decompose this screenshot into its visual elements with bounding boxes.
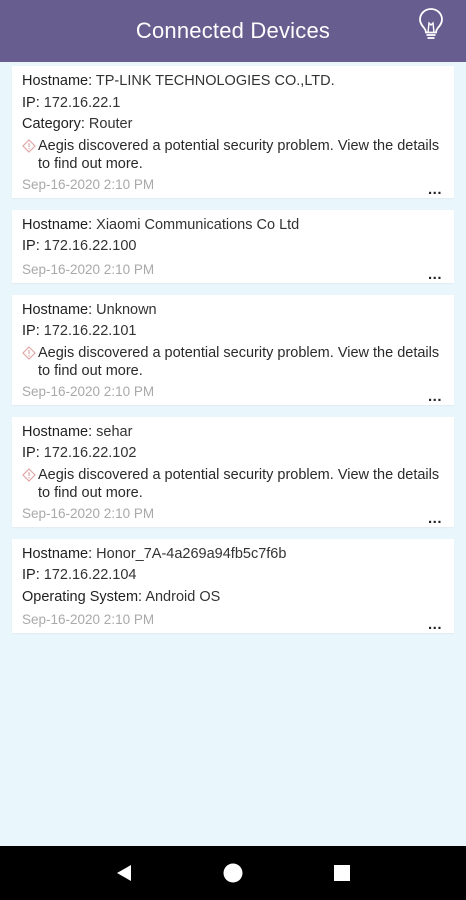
hostname-value: TP-LINK TECHNOLOGIES CO.,LTD. xyxy=(95,73,335,89)
device-card[interactable]: Hostname: TP-LINK TECHNOLOGIES CO.,LTD. … xyxy=(12,66,454,198)
more-options-button[interactable]: ... xyxy=(428,267,442,282)
security-alert[interactable]: Aegis discovered a potential security pr… xyxy=(22,344,444,380)
ip-label: IP: xyxy=(22,323,40,339)
hostname-label: Hostname: xyxy=(22,423,93,440)
hostname-row: Hostname: Honor_7A-4a269a94fb5c7f6b xyxy=(22,544,444,566)
system-nav-bar xyxy=(0,846,466,900)
warning-diamond-icon xyxy=(22,345,36,360)
ip-row: IP: 172.16.22.1 xyxy=(22,93,444,115)
ip-row: IP: 172.16.22.104 xyxy=(22,565,444,587)
security-alert[interactable]: Aegis discovered a potential security pr… xyxy=(22,466,444,502)
hostname-label: Hostname: xyxy=(22,73,93,89)
ip-value: 172.16.22.101 xyxy=(43,323,137,339)
hostname-label: Hostname: xyxy=(22,545,93,562)
security-alert[interactable]: Aegis discovered a potential security pr… xyxy=(22,137,444,173)
hostname-row: Hostname: Unknown xyxy=(22,300,444,322)
ip-row: IP: 172.16.22.100 xyxy=(22,236,444,258)
home-circle-icon[interactable] xyxy=(221,861,245,885)
category-row: Category: Router xyxy=(22,114,444,136)
device-card[interactable]: Hostname: Honor_7A-4a269a94fb5c7f6b IP: … xyxy=(12,538,454,633)
device-card[interactable]: Hostname: Unknown IP: 172.16.22.101 Aegi… xyxy=(12,294,454,405)
hostname-value: sehar xyxy=(96,423,133,440)
timestamp: Sep-16-2020 2:10 PM xyxy=(22,176,155,192)
page-title: Connected Devices xyxy=(135,18,331,43)
device-card[interactable]: Hostname: sehar IP: 172.16.22.102 Aegis … xyxy=(12,416,454,527)
warning-diamond-icon xyxy=(22,138,36,153)
ip-label: IP: xyxy=(22,94,40,111)
app-bar: Connected Devices xyxy=(0,0,466,62)
os-row: Operating System: Android OS xyxy=(22,587,444,609)
alert-text: Aegis discovered a potential security pr… xyxy=(38,466,440,501)
ip-row: IP: 172.16.22.102 xyxy=(22,443,444,465)
ip-label: IP: xyxy=(22,567,40,583)
category-label: Category: xyxy=(22,116,85,132)
more-options-button[interactable]: ... xyxy=(428,617,442,632)
more-options-button[interactable]: ... xyxy=(428,182,442,197)
hostname-row: Hostname: sehar xyxy=(22,422,444,444)
hostname-value: Unknown xyxy=(96,301,157,318)
ip-value: 172.16.22.104 xyxy=(43,567,137,583)
more-options-button[interactable]: ... xyxy=(428,389,442,404)
device-card[interactable]: Hostname: Xiaomi Communications Co Ltd I… xyxy=(12,209,454,283)
timestamp: Sep-16-2020 2:10 PM xyxy=(22,261,155,277)
alert-text: Aegis discovered a potential security pr… xyxy=(38,344,440,379)
ip-value: 172.16.22.100 xyxy=(43,238,137,254)
ip-value: 172.16.22.102 xyxy=(43,445,137,461)
hostname-row: Hostname: Xiaomi Communications Co Ltd xyxy=(22,215,444,237)
warning-diamond-icon xyxy=(22,467,36,482)
more-options-button[interactable]: ... xyxy=(428,511,442,526)
alert-text: Aegis discovered a potential security pr… xyxy=(38,137,440,172)
hostname-value: Honor_7A-4a269a94fb5c7f6b xyxy=(96,545,287,562)
lightbulb-icon[interactable] xyxy=(416,6,446,42)
timestamp: Sep-16-2020 2:10 PM xyxy=(22,383,155,399)
category-value: Router xyxy=(88,116,133,132)
timestamp: Sep-16-2020 2:10 PM xyxy=(22,505,155,521)
back-triangle-icon[interactable] xyxy=(112,861,136,885)
hostname-label: Hostname: xyxy=(22,301,93,318)
hostname-row: Hostname: TP-LINK TECHNOLOGIES CO.,LTD. xyxy=(22,71,444,93)
recents-square-icon[interactable] xyxy=(330,861,354,885)
os-label: Operating System: xyxy=(22,588,143,605)
ip-row: IP: 172.16.22.101 xyxy=(22,321,444,343)
ip-label: IP: xyxy=(22,238,40,254)
hostname-label: Hostname: xyxy=(22,216,93,233)
device-list: Hostname: TP-LINK TECHNOLOGIES CO.,LTD. … xyxy=(0,62,466,645)
timestamp: Sep-16-2020 2:10 PM xyxy=(22,612,155,627)
hostname-value: Xiaomi Communications Co Ltd xyxy=(96,216,300,233)
ip-value: 172.16.22.1 xyxy=(43,94,121,111)
os-value: Android OS xyxy=(145,588,221,605)
ip-label: IP: xyxy=(22,445,40,461)
